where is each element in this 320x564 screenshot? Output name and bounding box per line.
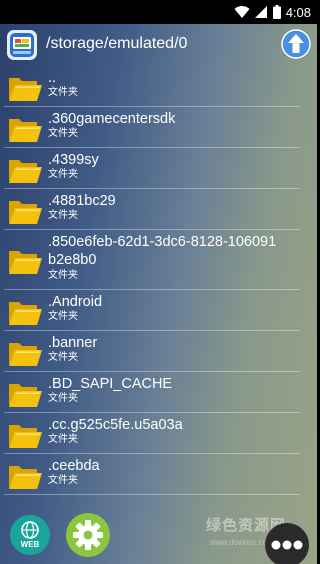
battery-icon	[272, 5, 281, 19]
file-name: .850e6feb-62d1-3dc6-8128-106091	[48, 234, 277, 250]
folder-icon	[9, 384, 42, 407]
file-name: .ceebda	[48, 458, 100, 474]
settings-button[interactable]	[66, 513, 110, 557]
file-name: .360gamecentersdk	[48, 111, 176, 127]
folder-icon	[9, 119, 42, 142]
file-type-label: 文件夹	[48, 352, 78, 363]
folder-icon	[9, 160, 42, 183]
file-type-label: 文件夹	[48, 393, 78, 404]
folder-icon	[9, 302, 42, 325]
folder-icon	[9, 78, 42, 101]
status-time: 4:08	[285, 4, 311, 20]
web-button-label: WEB	[20, 540, 40, 549]
file-name: .4881bc29	[48, 193, 116, 209]
file-name: .cc.g525c5fe.u5a03a	[48, 417, 183, 433]
file-name-continued: b2e8b0	[48, 252, 97, 268]
file-name: ..	[48, 70, 57, 86]
more-button[interactable]	[265, 523, 309, 564]
app-header: /storage/emulated/0	[0, 24, 317, 66]
file-name: .BD_SAPI_CACHE	[48, 376, 173, 392]
file-row[interactable]: .4399sy 文件夹	[0, 148, 317, 189]
file-row[interactable]: .ceebda 文件夹	[0, 454, 317, 495]
more-dots-icon	[271, 540, 303, 550]
file-row[interactable]: .Android 文件夹	[0, 290, 317, 331]
folder-icon	[9, 201, 42, 224]
file-type-label: 文件夹	[48, 270, 78, 281]
file-row[interactable]: .banner 文件夹	[0, 331, 317, 372]
file-type-label: 文件夹	[48, 169, 78, 180]
file-manager-app-icon[interactable]	[7, 30, 37, 60]
folder-icon	[9, 466, 42, 489]
file-type-label: 文件夹	[48, 87, 78, 98]
file-name: .banner	[48, 335, 98, 351]
file-name: .Android	[48, 294, 103, 310]
file-type-label: 文件夹	[48, 311, 78, 322]
status-icons: 4:08	[234, 0, 311, 24]
file-row[interactable]: .cc.g525c5fe.u5a03a 文件夹	[0, 413, 317, 454]
gear-icon	[73, 520, 103, 550]
current-path: /storage/emulated/0	[46, 35, 188, 52]
file-list: .. 文件夹 .360gamecentersdk 文件夹 .4399sy 文件夹 .4881…	[0, 66, 317, 504]
folder-icon	[9, 251, 42, 274]
file-type-label: 文件夹	[48, 434, 78, 445]
folder-icon	[9, 425, 42, 448]
wifi-icon	[234, 6, 250, 19]
file-row[interactable]: .850e6feb-62d1-3dc6-8128-106091 b2e8b0 文件夹	[0, 230, 317, 290]
file-row[interactable]: .. 文件夹	[0, 66, 317, 107]
status-bar: 4:08	[0, 0, 317, 24]
file-type-label: 文件夹	[48, 475, 78, 486]
screen: 4:08 /storage/emulated/0 .. 文件夹 .360gamece…	[0, 0, 317, 564]
file-row[interactable]: .BD_SAPI_CACHE 文件夹	[0, 372, 317, 413]
signal-icon	[254, 6, 267, 18]
web-button[interactable]: WEB	[10, 515, 50, 555]
file-type-label: 文件夹	[48, 210, 78, 221]
file-type-label: 文件夹	[48, 128, 78, 139]
file-row[interactable]: .360gamecentersdk 文件夹	[0, 107, 317, 148]
row-divider	[4, 494, 300, 495]
globe-icon	[21, 521, 39, 539]
bottom-toolbar: WEB 绿色资源网 www.downcc.com	[0, 504, 317, 564]
folder-icon	[9, 343, 42, 366]
file-name: .4399sy	[48, 152, 99, 168]
file-row[interactable]: .4881bc29 文件夹	[0, 189, 317, 230]
up-arrow-icon[interactable]	[281, 29, 311, 59]
